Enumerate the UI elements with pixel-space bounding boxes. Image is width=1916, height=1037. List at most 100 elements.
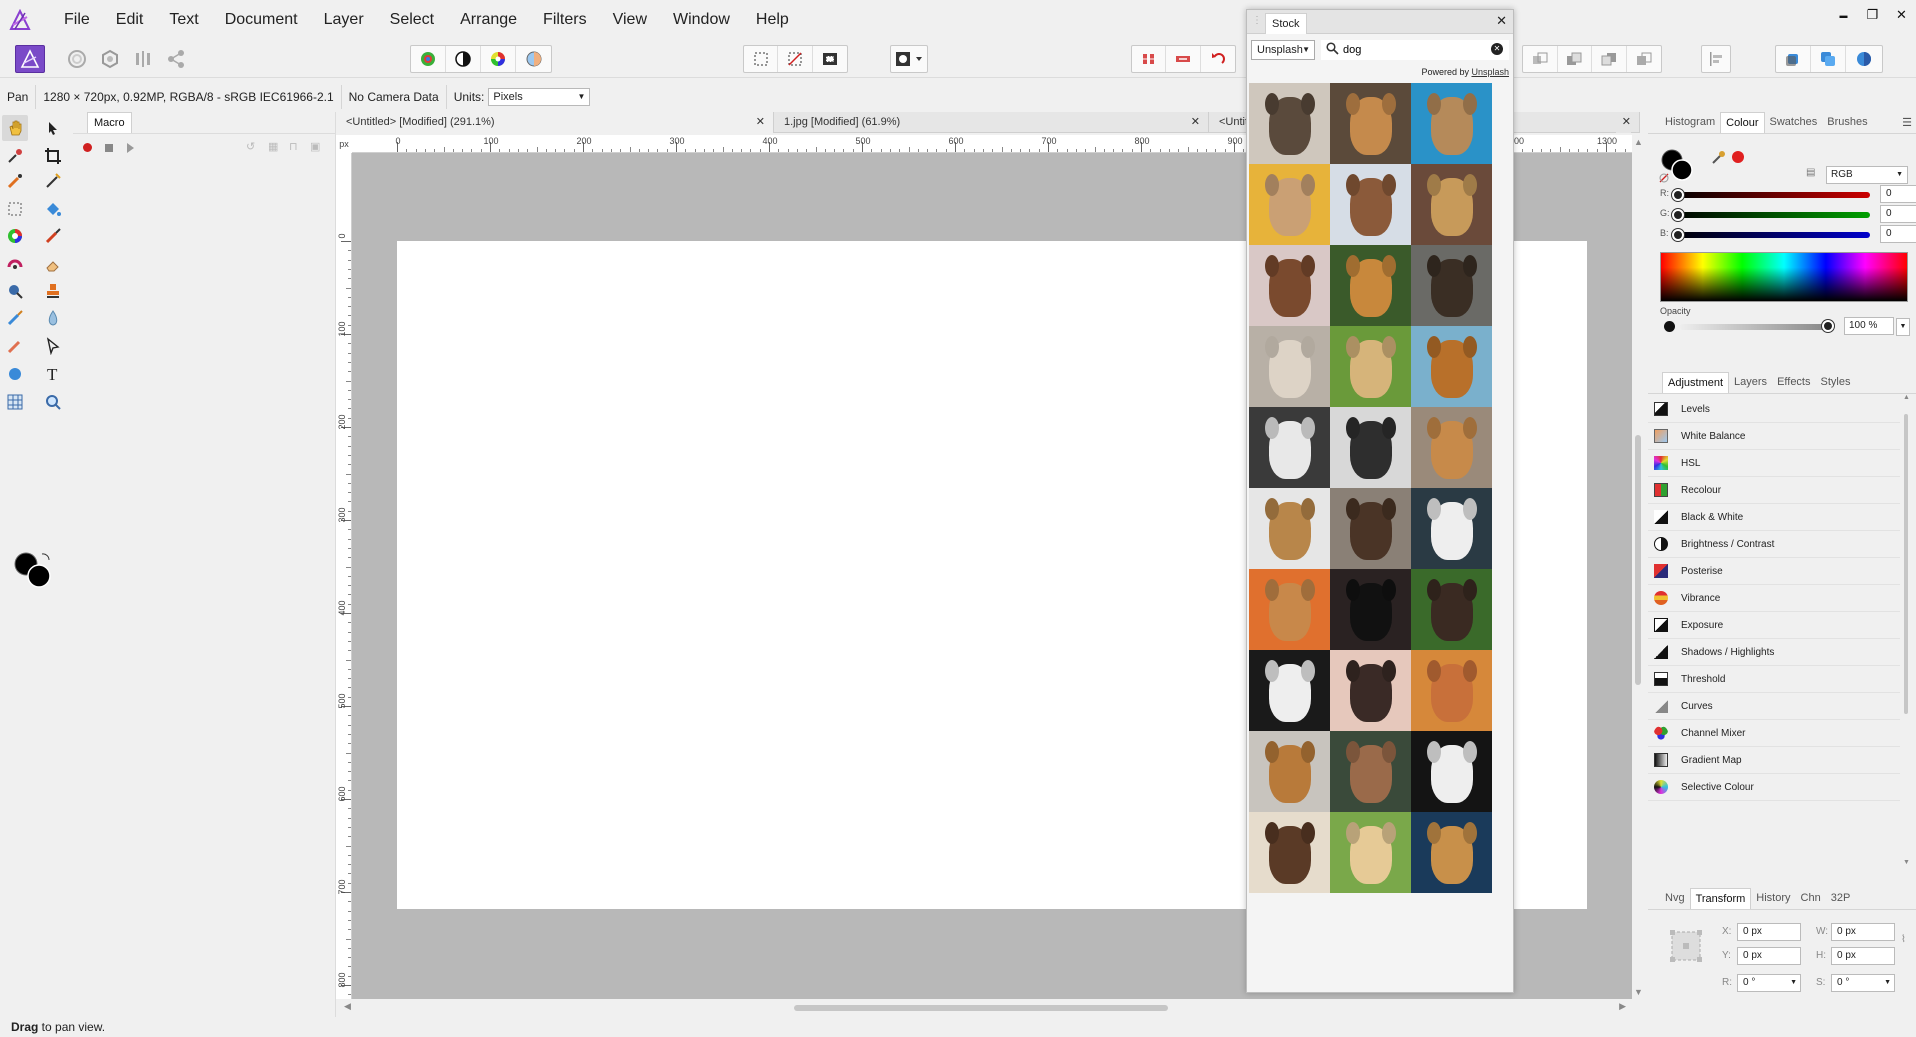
- menu-view[interactable]: View: [600, 0, 660, 40]
- stock-thumbnail[interactable]: [1411, 812, 1492, 893]
- stock-thumbnail[interactable]: [1411, 731, 1492, 812]
- close-icon[interactable]: ✕: [756, 112, 765, 133]
- channel-knob[interactable]: [1672, 189, 1684, 201]
- undo-icon[interactable]: [1201, 46, 1235, 72]
- stock-thumbnail[interactable]: [1411, 83, 1492, 164]
- doc-tab-1jpg[interactable]: 1.jpg [Modified] (61.9%) ✕: [774, 112, 1209, 133]
- tab-chn[interactable]: Chn: [1796, 888, 1826, 909]
- paint-brush-tool-icon[interactable]: [40, 223, 66, 249]
- adjustment-levels[interactable]: Levels: [1648, 396, 1900, 423]
- stock-thumbnail[interactable]: [1249, 488, 1330, 569]
- blur-brush-tool-icon[interactable]: [40, 305, 66, 331]
- auto-white-balance-icon[interactable]: [516, 46, 551, 72]
- tab-stock[interactable]: Stock: [1265, 13, 1307, 34]
- stock-thumbnail[interactable]: [1249, 569, 1330, 650]
- stock-thumbnail[interactable]: [1411, 650, 1492, 731]
- menu-document[interactable]: Document: [212, 0, 311, 40]
- unsplash-link[interactable]: Unsplash: [1471, 67, 1509, 77]
- tab-swatches[interactable]: Swatches: [1765, 112, 1823, 133]
- colour-copy-icon[interactable]: ▤: [1806, 167, 1815, 178]
- tone-mapping-persona-icon[interactable]: [128, 45, 158, 73]
- stock-thumbnail[interactable]: [1249, 83, 1330, 164]
- clone-stamp-tool-icon[interactable]: [40, 278, 66, 304]
- menu-select[interactable]: Select: [377, 0, 447, 40]
- menu-window[interactable]: Window: [660, 0, 743, 40]
- export-persona-icon[interactable]: [161, 45, 191, 73]
- flood-fill-tool-icon[interactable]: [40, 196, 66, 222]
- develop-persona-icon[interactable]: [95, 45, 125, 73]
- eyedropper-icon[interactable]: [1710, 148, 1728, 169]
- quick-mask-icon[interactable]: [890, 45, 928, 73]
- tab-transform[interactable]: Transform: [1689, 888, 1752, 909]
- adjustment-channel-mixer[interactable]: Channel Mixer: [1648, 720, 1900, 747]
- panel-grip-icon[interactable]: ⋮: [1252, 15, 1262, 26]
- dodge-brush-tool-icon[interactable]: [2, 278, 28, 304]
- colour-spectrum[interactable]: [1660, 252, 1908, 302]
- tab-macro[interactable]: Macro: [87, 112, 132, 133]
- tab-nvg[interactable]: Nvg: [1660, 888, 1690, 909]
- selection-brush-tool-icon[interactable]: [2, 168, 28, 194]
- adjustment-scrollbar[interactable]: ▲ ▼: [1903, 394, 1910, 866]
- tab-histogram[interactable]: Histogram: [1660, 112, 1720, 133]
- force-pixel-alignment-icon[interactable]: [1166, 46, 1201, 72]
- stock-thumbnail[interactable]: [1330, 569, 1411, 650]
- shear-field[interactable]: 0 ° ▼: [1831, 974, 1895, 992]
- color-picker-tool-icon[interactable]: [2, 143, 28, 169]
- channel-value-field[interactable]: 0: [1880, 185, 1916, 203]
- tab-32p[interactable]: 32P: [1826, 888, 1856, 909]
- primary-secondary-colour-icon[interactable]: [12, 550, 56, 592]
- adjustment-selective-colour[interactable]: Selective Colour: [1648, 774, 1900, 801]
- play-icon[interactable]: [127, 143, 134, 153]
- flood-select-tool-icon[interactable]: [40, 168, 66, 194]
- opacity-dropdown-icon[interactable]: ▼: [1896, 318, 1910, 336]
- stock-thumbnail[interactable]: [1330, 407, 1411, 488]
- deselect-icon[interactable]: [778, 46, 813, 72]
- close-icon[interactable]: ✕: [1496, 13, 1507, 29]
- scroll-up-icon[interactable]: ▲: [1903, 394, 1910, 401]
- stock-thumbnail[interactable]: [1411, 245, 1492, 326]
- adjustment-hsl[interactable]: HSL: [1648, 450, 1900, 477]
- units-dropdown[interactable]: Pixels ▼: [488, 88, 591, 106]
- mesh-warp-tool-icon[interactable]: [2, 389, 28, 415]
- smudge-brush-tool-icon[interactable]: [2, 305, 28, 331]
- clone-brush-tool-icon[interactable]: [2, 251, 28, 277]
- stock-provider-dropdown[interactable]: Unsplash ▼: [1251, 40, 1315, 60]
- scroll-right-icon[interactable]: ▶: [1619, 1001, 1626, 1012]
- w-field[interactable]: 0 px: [1831, 923, 1895, 941]
- move-to-back-icon[interactable]: [1523, 46, 1558, 72]
- opacity-field[interactable]: 100 %: [1844, 317, 1894, 335]
- close-icon[interactable]: ✕: [1615, 112, 1631, 133]
- text-tool-icon[interactable]: T: [40, 361, 66, 387]
- panel-menu-icon[interactable]: ☰: [1902, 116, 1912, 129]
- channel-value-field[interactable]: 0: [1880, 205, 1916, 223]
- channel-slider[interactable]: [1674, 192, 1870, 198]
- move-forward-one-icon[interactable]: [1592, 46, 1627, 72]
- adjustment-threshold[interactable]: Threshold: [1648, 666, 1900, 693]
- align-icon[interactable]: [1701, 45, 1731, 73]
- lock-macro-icon[interactable]: ⊓: [289, 140, 298, 153]
- adjustment-exposure[interactable]: Exposure: [1648, 612, 1900, 639]
- lock-aspect-icon[interactable]: ⌇: [1901, 934, 1906, 945]
- photo-persona-button[interactable]: [15, 45, 45, 73]
- tab-history[interactable]: History: [1751, 888, 1795, 909]
- y-field[interactable]: 0 px: [1737, 947, 1801, 965]
- record-icon[interactable]: [83, 143, 92, 152]
- menu-filters[interactable]: Filters: [530, 0, 600, 40]
- menu-edit[interactable]: Edit: [103, 0, 157, 40]
- delete-macro-icon[interactable]: ▣: [310, 140, 320, 153]
- doc-tab-untitled-1[interactable]: <Untitled> [Modified] (291.1%) ✕: [336, 112, 774, 133]
- close-icon[interactable]: ✕: [1191, 112, 1200, 133]
- move-to-front-icon[interactable]: [1627, 46, 1661, 72]
- menu-arrange[interactable]: Arrange: [447, 0, 530, 40]
- stock-thumbnail[interactable]: [1330, 812, 1411, 893]
- rotation-field[interactable]: 0 ° ▼: [1737, 974, 1801, 992]
- adjustment-brightness-contrast[interactable]: Brightness / Contrast: [1648, 531, 1900, 558]
- clip-circle-icon[interactable]: [1846, 46, 1881, 72]
- grid-macro-icon[interactable]: ▦: [268, 140, 278, 153]
- stock-thumbnail[interactable]: [1330, 164, 1411, 245]
- stock-thumbnail[interactable]: [1411, 407, 1492, 488]
- channel-knob[interactable]: [1672, 209, 1684, 221]
- stock-thumbnail[interactable]: [1330, 83, 1411, 164]
- ellipse-tool-icon[interactable]: [2, 361, 28, 387]
- channel-slider[interactable]: [1674, 232, 1870, 238]
